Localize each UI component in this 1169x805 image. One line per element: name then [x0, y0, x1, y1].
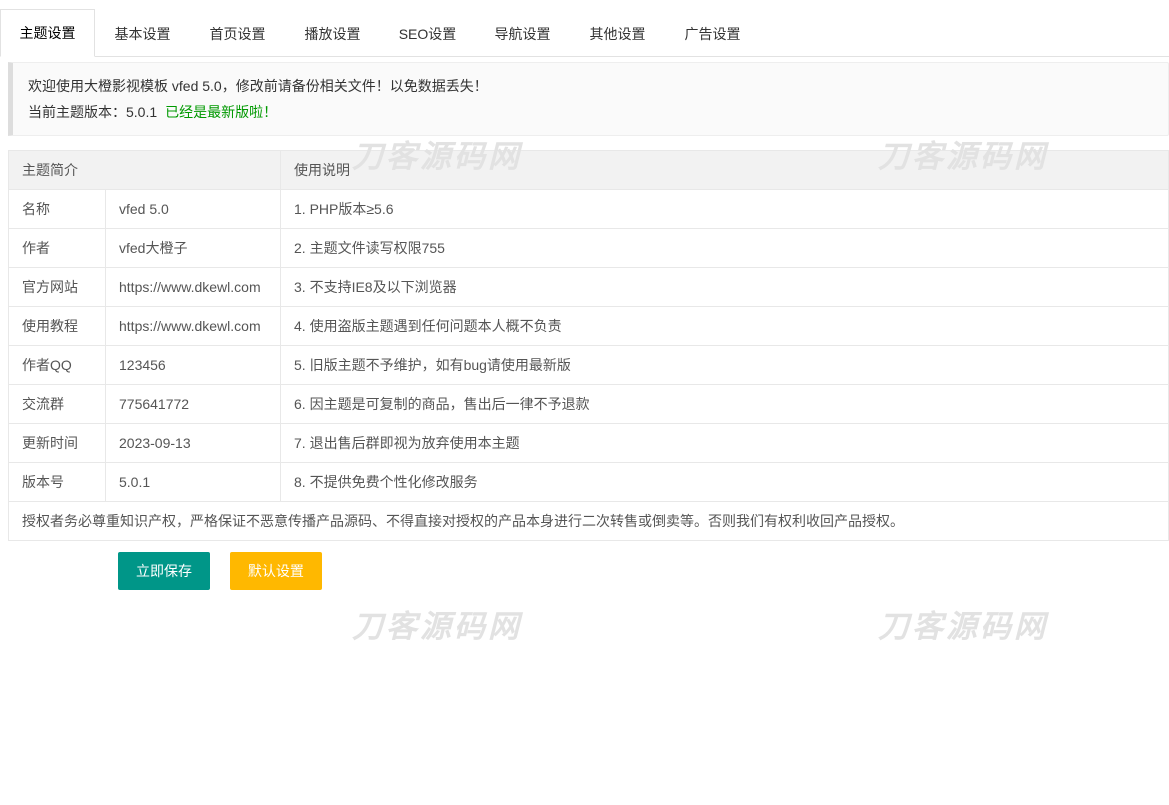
table-row: 作者 vfed大橙子 2. 主题文件读写权限755	[9, 229, 1169, 268]
tab-ad-settings[interactable]: 广告设置	[665, 11, 760, 57]
save-button[interactable]: 立即保存	[118, 552, 210, 590]
tab-play-settings[interactable]: 播放设置	[285, 11, 380, 57]
row-label: 交流群	[9, 385, 106, 424]
row-label: 官方网站	[9, 268, 106, 307]
tab-theme-settings[interactable]: 主题设置	[0, 9, 95, 57]
watermark: 刀客源码网	[878, 601, 1048, 646]
row-value: 775641772	[106, 385, 281, 424]
theme-info-section: 主题简介 使用说明 名称 vfed 5.0 1. PHP版本≥5.6 作者 vf…	[8, 150, 1169, 541]
row-value: 123456	[106, 346, 281, 385]
tab-other-settings[interactable]: 其他设置	[570, 11, 665, 57]
row-label: 版本号	[9, 463, 106, 502]
row-label: 作者	[9, 229, 106, 268]
license-row: 授权者务必尊重知识产权，严格保证不恶意传播产品源码、不得直接对授权的产品本身进行…	[9, 502, 1169, 541]
header-usage-notes: 使用说明	[281, 151, 1169, 190]
row-usage: 2. 主题文件读写权限755	[281, 229, 1169, 268]
row-label: 名称	[9, 190, 106, 229]
tab-nav-settings[interactable]: 导航设置	[475, 11, 570, 57]
watermark: 刀客源码网	[352, 601, 522, 646]
table-row: 交流群 775641772 6. 因主题是可复制的商品，售出后一律不予退款	[9, 385, 1169, 424]
row-usage: 3. 不支持IE8及以下浏览器	[281, 268, 1169, 307]
license-note: 授权者务必尊重知识产权，严格保证不恶意传播产品源码、不得直接对授权的产品本身进行…	[9, 502, 1169, 541]
row-value: vfed大橙子	[106, 229, 281, 268]
row-label: 使用教程	[9, 307, 106, 346]
version-status-text: 已经是最新版啦！	[165, 104, 277, 120]
table-row: 使用教程 https://www.dkewl.com 4. 使用盗版主题遇到任何…	[9, 307, 1169, 346]
table-row: 作者QQ 123456 5. 旧版主题不予维护，如有bug请使用最新版	[9, 346, 1169, 385]
row-value: 5.0.1	[106, 463, 281, 502]
header-theme-intro: 主题简介	[9, 151, 281, 190]
table-row: 官方网站 https://www.dkewl.com 3. 不支持IE8及以下浏…	[9, 268, 1169, 307]
row-usage: 6. 因主题是可复制的商品，售出后一律不予退款	[281, 385, 1169, 424]
table-row: 版本号 5.0.1 8. 不提供免费个性化修改服务	[9, 463, 1169, 502]
row-usage: 4. 使用盗版主题遇到任何问题本人概不负责	[281, 307, 1169, 346]
current-version-text: 当前主题版本：5.0.1	[28, 104, 157, 120]
form-actions: 立即保存 默认设置	[118, 552, 1169, 590]
row-label: 更新时间	[9, 424, 106, 463]
row-value: https://www.dkewl.com	[106, 307, 281, 346]
table-row: 更新时间 2023-09-13 7. 退出售后群即视为放弃使用本主题	[9, 424, 1169, 463]
table-header-row: 主题简介 使用说明	[9, 151, 1169, 190]
row-value: vfed 5.0	[106, 190, 281, 229]
row-usage: 5. 旧版主题不予维护，如有bug请使用最新版	[281, 346, 1169, 385]
tab-basic-settings[interactable]: 基本设置	[95, 11, 190, 57]
tab-home-settings[interactable]: 首页设置	[190, 11, 285, 57]
row-usage: 7. 退出售后群即视为放弃使用本主题	[281, 424, 1169, 463]
notice-line-version: 当前主题版本：5.0.1 已经是最新版啦！	[28, 99, 1153, 125]
row-value: 2023-09-13	[106, 424, 281, 463]
tab-seo-settings[interactable]: SEO设置	[380, 11, 475, 57]
welcome-notice: 欢迎使用大橙影视模板 vfed 5.0，修改前请备份相关文件！以免数据丢失！ 当…	[8, 62, 1169, 136]
default-settings-button[interactable]: 默认设置	[230, 552, 322, 590]
row-label: 作者QQ	[9, 346, 106, 385]
settings-tabbar: 主题设置 基本设置 首页设置 播放设置 SEO设置 导航设置 其他设置 广告设置	[0, 0, 1169, 57]
notice-line-welcome: 欢迎使用大橙影视模板 vfed 5.0，修改前请备份相关文件！以免数据丢失！	[28, 73, 1153, 99]
settings-page: 主题设置 基本设置 首页设置 播放设置 SEO设置 导航设置 其他设置 广告设置…	[0, 0, 1169, 805]
row-usage: 8. 不提供免费个性化修改服务	[281, 463, 1169, 502]
theme-info-table: 主题简介 使用说明 名称 vfed 5.0 1. PHP版本≥5.6 作者 vf…	[8, 150, 1169, 541]
row-value: https://www.dkewl.com	[106, 268, 281, 307]
table-row: 名称 vfed 5.0 1. PHP版本≥5.6	[9, 190, 1169, 229]
row-usage: 1. PHP版本≥5.6	[281, 190, 1169, 229]
